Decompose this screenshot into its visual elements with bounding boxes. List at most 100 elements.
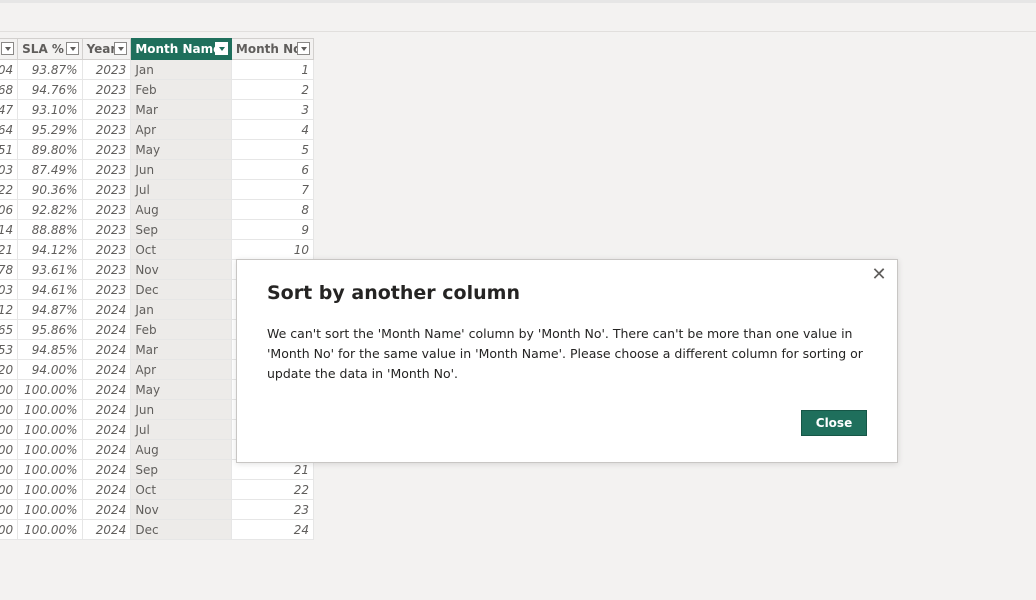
cell-sla[interactable]: 92.82%	[17, 199, 83, 220]
cell-month-no[interactable]: 24	[230, 519, 315, 540]
cell-month-name[interactable]: Dec	[130, 519, 232, 540]
cell-year[interactable]: 2023	[81, 219, 132, 240]
cell-sla[interactable]: 87.49%	[17, 159, 83, 180]
cell-month-name[interactable]: May	[130, 379, 232, 400]
cell-month-no[interactable]: 22	[230, 479, 315, 500]
cell-year[interactable]: 2023	[81, 239, 132, 260]
cell-month-no[interactable]: 1	[230, 59, 315, 80]
cell-year[interactable]: 2023	[81, 79, 132, 100]
cell-sla[interactable]: 95.29%	[17, 119, 83, 140]
cell-value[interactable]: 3.03	[0, 279, 19, 300]
cell-month-name[interactable]: Aug	[130, 199, 232, 220]
cell-value[interactable]: 0.00	[0, 399, 19, 420]
cell-sla[interactable]: 100.00%	[17, 379, 83, 400]
cell-sla[interactable]: 94.00%	[17, 359, 83, 380]
cell-value[interactable]: 0.00	[0, 519, 19, 540]
cell-value[interactable]: 5.64	[0, 119, 19, 140]
cell-sla[interactable]: 100.00%	[17, 439, 83, 460]
cell-value[interactable]: 0.00	[0, 419, 19, 440]
cell-month-name[interactable]: Mar	[130, 99, 232, 120]
cell-value[interactable]: 0.00	[0, 499, 19, 520]
cell-value[interactable]: 9.03	[0, 159, 19, 180]
cell-year[interactable]: 2024	[81, 299, 132, 320]
table-row[interactable]: 3.2194.12%2023Oct10	[0, 239, 315, 260]
close-icon[interactable]: ✕	[869, 265, 889, 285]
cell-sla[interactable]: 89.80%	[17, 139, 83, 160]
cell-month-no[interactable]: 7	[230, 179, 315, 200]
cell-month-name[interactable]: Dec	[130, 279, 232, 300]
cell-year[interactable]: 2023	[81, 139, 132, 160]
table-row[interactable]: 0.00100.00%2024Nov23	[0, 499, 315, 520]
cell-sla[interactable]: 90.36%	[17, 179, 83, 200]
column-header-value[interactable]	[0, 38, 19, 60]
cell-year[interactable]: 2024	[81, 379, 132, 400]
cell-sla[interactable]: 100.00%	[17, 519, 83, 540]
cell-month-name[interactable]: Oct	[130, 239, 232, 260]
close-button[interactable]: Close	[801, 410, 867, 436]
cell-month-name[interactable]: Jul	[130, 419, 232, 440]
filter-dropdown-icon[interactable]	[214, 42, 228, 55]
cell-value[interactable]: 0.00	[0, 439, 19, 460]
cell-month-name[interactable]: Jun	[130, 399, 232, 420]
cell-month-name[interactable]: Aug	[130, 439, 232, 460]
cell-month-name[interactable]: Feb	[130, 79, 232, 100]
cell-sla[interactable]: 100.00%	[17, 479, 83, 500]
cell-year[interactable]: 2024	[81, 359, 132, 380]
cell-value[interactable]: 3.21	[0, 239, 19, 260]
cell-year[interactable]: 2023	[81, 159, 132, 180]
cell-month-name[interactable]: Apr	[130, 359, 232, 380]
cell-month-name[interactable]: Oct	[130, 479, 232, 500]
cell-sla[interactable]: 100.00%	[17, 459, 83, 480]
cell-month-name[interactable]: Nov	[130, 259, 232, 280]
cell-value[interactable]: 3.22	[0, 179, 19, 200]
cell-year[interactable]: 2024	[81, 459, 132, 480]
table-row[interactable]: 7.5189.80%2023May5	[0, 139, 315, 160]
cell-year[interactable]: 2023	[81, 199, 132, 220]
cell-value[interactable]: 7.12	[0, 299, 19, 320]
cell-year[interactable]: 2023	[81, 59, 132, 80]
cell-value[interactable]: 0.00	[0, 379, 19, 400]
cell-year[interactable]: 2023	[81, 119, 132, 140]
cell-value[interactable]: 3.14	[0, 219, 19, 240]
cell-value[interactable]: 5.53	[0, 339, 19, 360]
cell-sla[interactable]: 88.88%	[17, 219, 83, 240]
cell-sla[interactable]: 94.76%	[17, 79, 83, 100]
cell-month-name[interactable]: Mar	[130, 339, 232, 360]
table-row[interactable]: 5.6894.76%2023Feb2	[0, 79, 315, 100]
cell-year[interactable]: 2024	[81, 479, 132, 500]
cell-sla[interactable]: 93.87%	[17, 59, 83, 80]
cell-sla[interactable]: 100.00%	[17, 419, 83, 440]
cell-value[interactable]: 0.00	[0, 479, 19, 500]
cell-month-name[interactable]: Jul	[130, 179, 232, 200]
cell-month-name[interactable]: Jun	[130, 159, 232, 180]
cell-value[interactable]: 7.78	[0, 259, 19, 280]
filter-dropdown-icon[interactable]	[65, 42, 79, 55]
cell-year[interactable]: 2024	[81, 519, 132, 540]
cell-month-no[interactable]: 10	[230, 239, 315, 260]
cell-month-name[interactable]: May	[130, 139, 232, 160]
cell-year[interactable]: 2024	[81, 319, 132, 340]
cell-month-name[interactable]: Sep	[130, 459, 232, 480]
table-row[interactable]: 0.00100.00%2024Dec24	[0, 519, 315, 540]
cell-sla[interactable]: 94.61%	[17, 279, 83, 300]
cell-sla[interactable]: 95.86%	[17, 319, 83, 340]
cell-month-name[interactable]: Nov	[130, 499, 232, 520]
cell-sla[interactable]: 94.87%	[17, 299, 83, 320]
cell-sla[interactable]: 94.85%	[17, 339, 83, 360]
table-row[interactable]: 5.6495.29%2023Apr4	[0, 119, 315, 140]
filter-dropdown-icon[interactable]	[114, 42, 128, 55]
table-row[interactable]: 0.00100.00%2024Oct22	[0, 479, 315, 500]
column-header-year[interactable]: Year	[81, 38, 132, 60]
cell-month-no[interactable]: 23	[230, 499, 315, 520]
cell-value[interactable]: 5.47	[0, 99, 19, 120]
cell-month-name[interactable]: Feb	[130, 319, 232, 340]
cell-sla[interactable]: 93.10%	[17, 99, 83, 120]
cell-year[interactable]: 2023	[81, 259, 132, 280]
cell-month-no[interactable]: 2	[230, 79, 315, 100]
cell-month-name[interactable]: Jan	[130, 299, 232, 320]
cell-year[interactable]: 2024	[81, 339, 132, 360]
cell-value[interactable]: 3.06	[0, 199, 19, 220]
cell-year[interactable]: 2024	[81, 439, 132, 460]
cell-value[interactable]: 5.68	[0, 79, 19, 100]
cell-month-name[interactable]: Apr	[130, 119, 232, 140]
